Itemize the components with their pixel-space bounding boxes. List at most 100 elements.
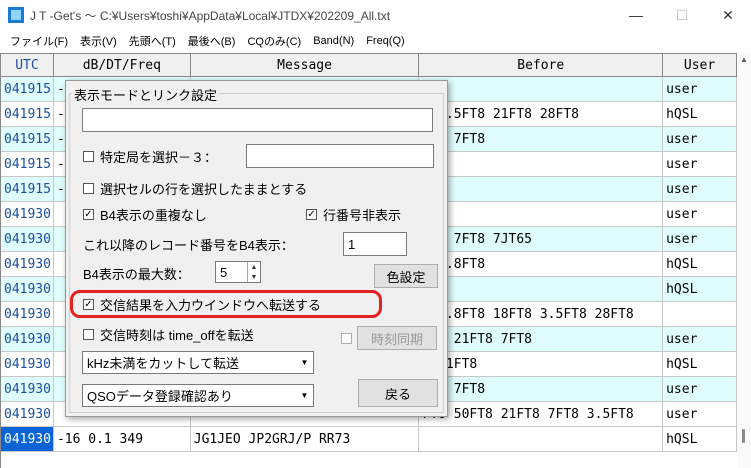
cell-before[interactable]: 8 xyxy=(419,177,664,201)
cell-user[interactable]: user xyxy=(663,227,737,251)
keep-row-checkbox[interactable] xyxy=(83,183,94,194)
keep-row-option[interactable]: 選択セルの行を選択したままとする xyxy=(83,179,307,198)
menu-freq[interactable]: Freq(Q) xyxy=(360,35,411,47)
record-num-label: これ以降のレコード番号をB4表示： xyxy=(83,238,294,253)
cell-user[interactable]: hQSL xyxy=(663,102,737,126)
header-utc[interactable]: UTC xyxy=(1,54,54,76)
spin-down-icon[interactable]: ▼ xyxy=(248,272,260,282)
spin-buttons: ▲ ▼ xyxy=(247,262,260,282)
maximize-button[interactable]: ☐ xyxy=(659,0,705,30)
cell-before[interactable]: FT8 7FT8 xyxy=(419,127,664,151)
spin-up-icon[interactable]: ▲ xyxy=(248,262,260,272)
window-controls: — ☐ ✕ xyxy=(613,0,751,30)
menu-view[interactable]: 表示(V) xyxy=(74,33,123,49)
menu-top[interactable]: 先頭へ(T) xyxy=(123,33,182,49)
cell-before[interactable]: 65 xyxy=(419,77,664,101)
header-db-dt-freq[interactable]: dB/DT/Freq xyxy=(54,54,191,76)
menu-bottom[interactable]: 最後へ(B) xyxy=(182,33,242,49)
time-sync-checkbox[interactable] xyxy=(341,333,352,344)
cell-before[interactable] xyxy=(419,427,664,451)
cell-before[interactable] xyxy=(419,202,664,226)
cell-before[interactable]: 8 21FT8 xyxy=(419,352,664,376)
cell-message[interactable]: JG1JEO JP2GRJ/P RR73 xyxy=(191,427,420,451)
cell-utc[interactable]: 041930 xyxy=(1,377,54,401)
b4-max-label: B4表示の最大数： xyxy=(83,267,190,282)
cell-db-dt-freq[interactable]: -16 0.1 349 xyxy=(54,427,191,451)
time-off-label: 交信時刻は time_offを転送 xyxy=(100,328,254,343)
cell-user[interactable]: user xyxy=(663,127,737,151)
time-off-option[interactable]: 交信時刻は time_offを転送 xyxy=(83,325,254,344)
cell-user[interactable]: user xyxy=(663,152,737,176)
hide-row-num-option[interactable]: ✓ 行番号非表示 xyxy=(306,205,401,224)
header-message[interactable]: Message xyxy=(191,54,420,76)
header-before[interactable]: Before xyxy=(419,54,664,76)
cell-before[interactable] xyxy=(419,277,664,301)
chevron-down-icon: ▼ xyxy=(300,358,309,367)
cell-user[interactable]: user xyxy=(663,77,737,101)
cell-before[interactable]: 8 3.5FT8 21FT8 28FT8 xyxy=(419,102,664,126)
cell-user[interactable]: user xyxy=(663,177,737,201)
time-sync-button[interactable]: 時刻同期 xyxy=(357,326,437,350)
cell-user[interactable]: user xyxy=(663,402,737,426)
cell-user[interactable] xyxy=(663,302,737,326)
khz-cut-select[interactable]: kHz未満をカットして転送 ▼ xyxy=(82,351,314,374)
vertical-scrollbar[interactable]: ▲ xyxy=(737,53,751,468)
b4-no-dup-checkbox[interactable]: ✓ xyxy=(83,209,94,220)
cell-user[interactable]: user xyxy=(663,377,737,401)
cell-utc[interactable]: 041930 xyxy=(1,327,54,351)
b4-max-value: 5 xyxy=(220,264,228,280)
cell-utc[interactable]: 041930 xyxy=(1,427,54,451)
cell-utc[interactable]: 041915 xyxy=(1,77,54,101)
b4-max-stepper[interactable]: 5 ▲ ▼ xyxy=(215,261,261,283)
scroll-up-icon[interactable]: ▲ xyxy=(740,55,748,64)
cell-utc[interactable]: 041930 xyxy=(1,202,54,226)
specific-station-input[interactable] xyxy=(246,144,434,168)
grid-header: UTC dB/DT/Freq Message Before User xyxy=(1,54,737,77)
cell-user[interactable]: hQSL xyxy=(663,277,737,301)
scroll-thumb[interactable] xyxy=(742,429,745,443)
back-button[interactable]: 戻る xyxy=(358,379,438,407)
khz-cut-value: kHz未満をカットして転送 xyxy=(87,356,239,371)
menu-file[interactable]: ファイル(F) xyxy=(4,33,74,49)
color-settings-button[interactable]: 色設定 xyxy=(374,264,438,288)
top-text-input[interactable] xyxy=(82,108,433,132)
cell-utc[interactable]: 041930 xyxy=(1,252,54,276)
menu-cq-only[interactable]: CQのみ(C) xyxy=(241,33,307,49)
time-off-checkbox[interactable] xyxy=(83,329,94,340)
menu-band[interactable]: Band(N) xyxy=(307,35,360,47)
specific-station-option[interactable]: 特定局を選択－３： xyxy=(83,147,217,166)
cell-utc[interactable]: 041930 xyxy=(1,302,54,326)
cell-utc[interactable]: 041930 xyxy=(1,227,54,251)
cell-user[interactable]: hQSL xyxy=(663,427,737,451)
b4-no-dup-option[interactable]: ✓ B4表示の重複なし xyxy=(83,205,207,224)
cell-before[interactable]: 8 1.8FT8 18FT8 3.5FT8 28FT8 xyxy=(419,302,664,326)
qso-confirm-select[interactable]: QSOデータ登録確認あり ▼ xyxy=(82,384,314,407)
hide-row-num-checkbox[interactable]: ✓ xyxy=(306,209,317,220)
cell-user[interactable]: user xyxy=(663,327,737,351)
cell-before[interactable]: FT8 7FT8 xyxy=(419,377,664,401)
minimize-button[interactable]: — xyxy=(613,0,659,30)
close-button[interactable]: ✕ xyxy=(705,0,751,30)
cell-before[interactable]: FT8 7FT8 7JT65 xyxy=(419,227,664,251)
cell-user[interactable]: user xyxy=(663,202,737,226)
cell-before[interactable] xyxy=(419,152,664,176)
qso-confirm-value: QSOデータ登録確認あり xyxy=(87,389,233,404)
cell-user[interactable]: hQSL xyxy=(663,252,737,276)
table-row[interactable]: 041930 -16 0.1 349 JG1JEO JP2GRJ/P RR73 hQS… xyxy=(1,427,737,452)
cell-before[interactable]: FT8 50FT8 21FT8 7FT8 3.5FT8 xyxy=(419,402,664,426)
cell-utc[interactable]: 041915 xyxy=(1,152,54,176)
cell-utc[interactable]: 041915 xyxy=(1,127,54,151)
cell-utc[interactable]: 041915 xyxy=(1,102,54,126)
cell-utc[interactable]: 041930 xyxy=(1,352,54,376)
cell-utc[interactable]: 041930 xyxy=(1,277,54,301)
specific-station-checkbox[interactable] xyxy=(83,151,94,162)
specific-station-label: 特定局を選択－３： xyxy=(100,150,218,165)
cell-user[interactable]: hQSL xyxy=(663,352,737,376)
record-num-input[interactable]: 1 xyxy=(343,232,407,256)
cell-utc[interactable]: 041915 xyxy=(1,177,54,201)
header-user[interactable]: User xyxy=(663,54,737,76)
cell-before[interactable]: FT8 21FT8 7FT8 xyxy=(419,327,664,351)
cell-before[interactable]: 8 1.8FT8 xyxy=(419,252,664,276)
cell-utc[interactable]: 041930 xyxy=(1,402,54,426)
hide-row-num-label: 行番号非表示 xyxy=(323,208,402,223)
